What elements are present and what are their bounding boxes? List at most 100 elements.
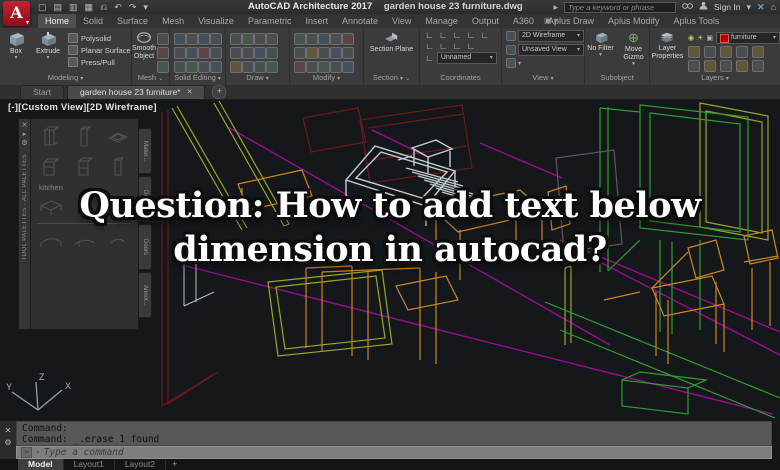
ribbon-tab[interactable]: Mesh	[155, 14, 191, 28]
modify-tool-icon[interactable]	[318, 33, 330, 45]
command-input[interactable]: > ▾ Type a command	[16, 446, 772, 459]
draw-tool-icon[interactable]	[266, 61, 278, 73]
palette-tool[interactable]	[37, 124, 65, 150]
exchange-apps-icon[interactable]: ✕	[757, 2, 765, 13]
modify-tool-icon[interactable]	[318, 47, 330, 59]
layer-tool-icon[interactable]	[703, 46, 716, 58]
panel-label-draw[interactable]: Draw ▾	[226, 73, 289, 84]
draw-tool-icon[interactable]	[266, 47, 278, 59]
ribbon-tab[interactable]: Manage	[418, 14, 465, 28]
box-button[interactable]: Box ▾	[0, 31, 32, 61]
search-icon[interactable]	[682, 1, 693, 13]
solid-tool-icon[interactable]	[174, 33, 186, 45]
command-history[interactable]: Command: Command: _.erase 1 found	[16, 421, 772, 446]
palette-tool[interactable]	[104, 194, 132, 220]
draw-tool-icon[interactable]	[230, 61, 242, 73]
modify-tool-icon[interactable]	[318, 61, 330, 73]
ucs-tool-icon[interactable]: ∟	[466, 30, 475, 40]
tool-palette-titlebar[interactable]: ✕ ▸ ⚙ TOOL PALETTES - ALL PALETTES	[18, 118, 31, 330]
ucs-tool-icon[interactable]: ∟	[425, 41, 434, 51]
panel-label-coordinates[interactable]: Coordinates	[420, 73, 501, 84]
panel-label-solid-editing[interactable]: Solid Editing ▾	[170, 73, 225, 84]
modify-tool-icon[interactable]	[306, 33, 318, 45]
layer-tool-icon[interactable]	[703, 60, 716, 72]
ribbon-tab[interactable]: Home	[38, 14, 77, 28]
panel-label-layers[interactable]: Layers ▾	[650, 73, 780, 84]
palette-tool[interactable]	[71, 154, 99, 180]
user-icon[interactable]	[699, 1, 708, 13]
palette-tool[interactable]	[37, 228, 65, 254]
ribbon-tab[interactable]: Output	[465, 14, 506, 28]
layer-properties-button[interactable]: Layer Properties	[650, 31, 685, 61]
ucs-tool-icon[interactable]: ∟	[480, 30, 489, 40]
layer-tool-icon[interactable]	[719, 60, 732, 72]
modify-tool-icon[interactable]	[294, 47, 306, 59]
quick-access-icon[interactable]: ⎌	[100, 2, 107, 13]
gear-icon[interactable]: ⚙	[21, 139, 27, 148]
smooth-object-button[interactable]: Smooth Object	[132, 31, 156, 61]
press-pull-button[interactable]: Press/Pull	[68, 57, 131, 67]
ribbon-tab[interactable]: Solid	[76, 14, 110, 28]
draw-tool-icon[interactable]	[230, 47, 242, 59]
new-drawing-tab-button[interactable]: +	[212, 85, 227, 99]
draw-tool-icon[interactable]	[242, 47, 254, 59]
tab-layout1[interactable]: Layout1	[64, 459, 115, 470]
ucs-name-dropdown[interactable]: Unnamed ▾	[436, 52, 497, 64]
polysolid-button[interactable]: Polysolid	[68, 33, 131, 43]
tab-model[interactable]: Model	[18, 459, 64, 470]
palette-tool[interactable]	[71, 124, 99, 150]
layer-tool-icon[interactable]	[751, 60, 764, 72]
panel-label-view[interactable]: View ▾	[502, 73, 584, 84]
palette-tab[interactable]: Annot...	[139, 272, 152, 318]
search-input[interactable]: Type a keyword or phrase	[564, 1, 677, 13]
modify-tool-icon[interactable]	[342, 47, 354, 59]
layer-tool-icon[interactable]	[719, 46, 732, 58]
extrude-button[interactable]: Extrude ▾	[32, 31, 64, 61]
modify-tool-icon[interactable]	[294, 33, 306, 45]
named-view-dropdown[interactable]: Unsaved View ▾	[518, 44, 584, 56]
panel-label-subobject[interactable]: Subobject	[585, 73, 649, 84]
file-tab-drawing[interactable]: garden house 23 furniture* ✕	[66, 85, 206, 99]
mesh-tool-icon[interactable]	[157, 47, 169, 59]
close-icon[interactable]: ✕	[5, 427, 12, 435]
quick-access-icon[interactable]: ▢	[38, 2, 47, 13]
quick-access-icon[interactable]: ▤	[54, 2, 63, 13]
ribbon-tab[interactable]: Insert	[298, 14, 335, 28]
ucs-tool-icon[interactable]: ∟	[439, 30, 448, 40]
layer-thaw-icon[interactable]: ☀	[697, 34, 703, 42]
palette-tool[interactable]	[104, 124, 132, 150]
solid-tool-icon[interactable]	[198, 33, 210, 45]
layer-tool-icon[interactable]	[687, 60, 700, 72]
planar-surface-button[interactable]: Planar Surface	[68, 45, 131, 55]
layer-tool-icon[interactable]	[735, 60, 748, 72]
palette-tool[interactable]	[104, 154, 132, 180]
draw-tool-icon[interactable]	[266, 33, 278, 45]
auto-hide-icon[interactable]: ▸	[23, 130, 27, 139]
ribbon-tab[interactable]: Parametric	[241, 14, 299, 28]
solid-tool-icon[interactable]	[210, 33, 222, 45]
quick-access-icon[interactable]: ▥	[69, 2, 78, 13]
customize-icon[interactable]: ⚙	[4, 439, 11, 447]
ribbon-display-toggle[interactable]: ▣ ▾	[544, 16, 558, 25]
solid-tool-icon[interactable]	[186, 61, 198, 73]
modify-tool-icon[interactable]	[330, 47, 342, 59]
palette-tab[interactable]: Doors	[139, 224, 152, 270]
solid-tool-icon[interactable]	[210, 47, 222, 59]
layer-dropdown[interactable]: furniture ▾	[716, 32, 780, 44]
app-menu-button[interactable]: A ▾	[3, 1, 30, 26]
panel-label-modeling[interactable]: Modeling ▾	[0, 73, 131, 84]
solid-tool-icon[interactable]	[174, 47, 186, 59]
ribbon-tab[interactable]: A360	[506, 14, 541, 28]
panel-label-mesh[interactable]: Mesh ⌄	[132, 73, 169, 84]
solid-tool-icon[interactable]	[198, 61, 210, 73]
palette-tab[interactable]: Mater...	[139, 128, 152, 174]
ucs-tool-icon[interactable]: ∟	[425, 30, 434, 40]
draw-tool-icon[interactable]	[254, 47, 266, 59]
tab-layout2[interactable]: Layout2	[115, 459, 167, 470]
modify-tool-icon[interactable]	[342, 33, 354, 45]
ucs-tool-icon[interactable]: ∟	[425, 53, 434, 63]
modify-tool-icon[interactable]	[330, 33, 342, 45]
palette-tool[interactable]	[104, 228, 132, 254]
chevron-down-icon[interactable]: ▾	[36, 449, 40, 456]
drawing-viewport[interactable]: [-][Custom View][2D Wireframe] ✕ ▸ ⚙ TOO…	[0, 100, 780, 418]
